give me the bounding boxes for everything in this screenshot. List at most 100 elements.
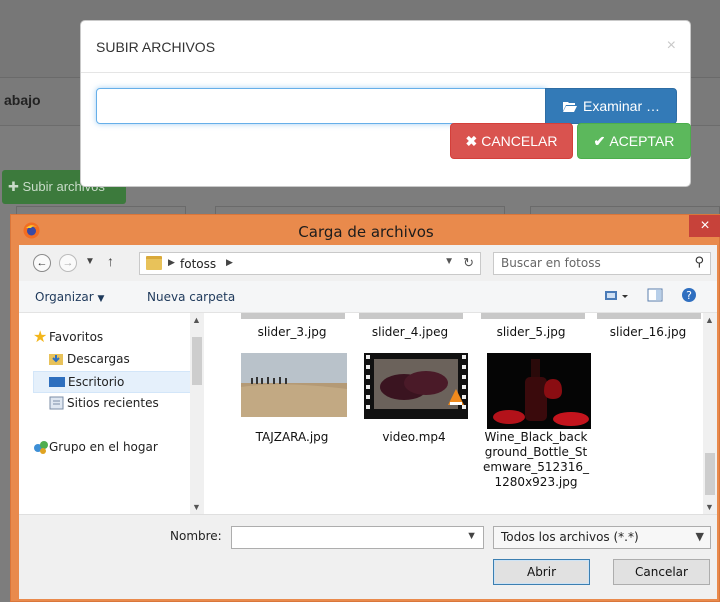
nav-scrollbar-thumb[interactable] xyxy=(192,337,202,385)
browse-button[interactable]: Examinar … xyxy=(545,88,677,124)
x-icon: ✖ xyxy=(465,132,478,149)
dialog-client: ← → ▼ ↑ ▶ fotoss ▶ ▼ ↻ Buscar en fotoss … xyxy=(19,245,717,599)
thumbnail xyxy=(359,313,463,319)
file-item-name[interactable]: slider_4.jpeg xyxy=(355,325,465,340)
scroll-down-icon[interactable]: ▼ xyxy=(192,502,201,512)
image-thumbnail[interactable] xyxy=(487,353,591,429)
browse-label: Examinar … xyxy=(582,98,661,114)
scroll-up-icon[interactable]: ▲ xyxy=(705,315,714,325)
dialog-bottom: Nombre: ▼ Todos los archivos (*.*) ▼ Abr… xyxy=(19,514,717,599)
file-item-name[interactable]: slider_5.jpg xyxy=(476,325,586,340)
nav-label: Sitios recientes xyxy=(67,396,159,410)
organize-menu[interactable]: Organizar ▼ xyxy=(35,290,104,304)
folder-open-icon xyxy=(562,101,577,112)
file-type-select[interactable]: Todos los archivos (*.*) ▼ xyxy=(493,526,711,549)
dialog-cancel-button[interactable]: Cancelar xyxy=(613,559,710,585)
file-item-name[interactable]: video.mp4 xyxy=(359,430,469,445)
file-item-name[interactable]: Wine_Black_back ground_Bottle_St emware_… xyxy=(481,430,591,490)
nav-item-homegroup[interactable]: Grupo en el hogar xyxy=(19,437,194,459)
help-circle-icon: ? xyxy=(682,288,696,302)
nav-item-recent[interactable]: Sitios recientes xyxy=(19,393,194,415)
file-path-input[interactable] xyxy=(96,88,546,124)
navigation-pane: ★ Favoritos Descargas Escritorio Sitios … xyxy=(19,313,204,514)
cancel-button[interactable]: ✖ CANCELAR xyxy=(450,123,573,159)
accept-button[interactable]: ✔ ACEPTAR xyxy=(577,123,691,159)
path-folder[interactable]: fotoss xyxy=(180,257,216,271)
accept-label: ACEPTAR xyxy=(609,133,675,149)
search-icon: ⚲ xyxy=(694,255,704,270)
back-arrow-icon[interactable]: ← xyxy=(33,254,51,272)
chevron-down-icon: ▼ xyxy=(695,530,704,543)
chevron-right-icon[interactable]: ▶ xyxy=(226,257,233,268)
file-list: slider_3.jpg slider_4.jpeg slider_5.jpg … xyxy=(209,313,717,514)
file-name-line: ground_Bottle_St xyxy=(484,445,588,459)
video-thumbnail[interactable] xyxy=(364,353,468,419)
nav-scrollbar[interactable]: ▲ ▼ xyxy=(190,313,204,514)
nav-item-desktop[interactable]: Escritorio xyxy=(33,371,193,393)
desktop-icon xyxy=(49,377,65,387)
dialog-toolbar: Organizar ▼ Nueva carpeta ? xyxy=(19,281,717,313)
file-input-group: Examinar … xyxy=(96,88,677,124)
close-icon[interactable]: × xyxy=(667,37,676,55)
chevron-down-icon: ▼ xyxy=(97,294,105,304)
filename-input[interactable]: ▼ xyxy=(231,526,484,549)
forward-arrow-icon[interactable]: → xyxy=(59,254,77,272)
file-item-name[interactable]: slider_3.jpg xyxy=(237,325,347,340)
thumbnail xyxy=(241,313,345,319)
open-button[interactable]: Abrir xyxy=(493,559,590,585)
star-icon: ★ xyxy=(33,327,48,346)
new-folder-button[interactable]: Nueva carpeta xyxy=(147,290,235,304)
dialog-titlebar[interactable]: Carga de archivos × xyxy=(11,215,720,245)
preview-pane-icon[interactable] xyxy=(647,287,663,307)
check-icon: ✔ xyxy=(593,132,606,149)
plus-icon: ✚ xyxy=(8,179,23,194)
downloads-icon xyxy=(49,354,63,365)
view-options-button[interactable] xyxy=(604,287,632,307)
thumbnail xyxy=(597,313,701,319)
nav-item-favorites[interactable]: ★ Favoritos xyxy=(19,327,194,349)
file-type-value: Todos los archivos (*.*) xyxy=(501,530,639,544)
upload-modal: SUBIR ARCHIVOS × Examinar … ✖ CANCELAR ✔… xyxy=(80,20,691,187)
folder-icon xyxy=(146,256,162,270)
recent-locations-icon[interactable]: ▼ xyxy=(85,256,95,267)
chevron-down-icon[interactable]: ▼ xyxy=(444,256,454,267)
window-close-button[interactable]: × xyxy=(689,215,720,237)
chevron-right-icon: ▶ xyxy=(168,257,175,267)
filename-label: Nombre: xyxy=(170,529,222,543)
scroll-up-icon[interactable]: ▲ xyxy=(192,315,201,325)
file-list-scrollbar-thumb[interactable] xyxy=(705,453,715,495)
help-icon[interactable]: ? xyxy=(681,287,697,307)
organize-label: Organizar xyxy=(35,290,94,304)
nav-item-downloads[interactable]: Descargas xyxy=(19,349,194,371)
background-label: abajo xyxy=(4,92,41,108)
up-arrow-icon[interactable]: ↑ xyxy=(107,253,114,269)
recent-icon xyxy=(49,396,64,410)
file-name-line: 1280x923.jpg xyxy=(494,475,578,489)
file-dialog-window: Carga de archivos × ← → ▼ ↑ ▶ fotoss ▶ ▼… xyxy=(10,214,720,602)
file-name-line: Wine_Black_back xyxy=(484,430,588,444)
nav-label: Favoritos xyxy=(49,330,104,344)
nav-label: Grupo en el hogar xyxy=(49,440,158,454)
homegroup-icon xyxy=(34,441,48,454)
cancel-label: CANCELAR xyxy=(481,133,558,149)
file-name-line: emware_512316_ xyxy=(482,460,590,474)
svg-text:?: ? xyxy=(686,289,692,302)
file-list-scrollbar[interactable]: ▲ ▼ xyxy=(703,313,717,514)
pane-icon xyxy=(647,288,663,302)
nav-label: Escritorio xyxy=(68,375,125,389)
view-icon xyxy=(605,291,628,300)
chevron-down-icon[interactable]: ▼ xyxy=(466,530,477,542)
modal-title: SUBIR ARCHIVOS xyxy=(96,39,216,55)
refresh-icon[interactable]: ↻ xyxy=(463,255,474,271)
address-bar: ← → ▼ ↑ ▶ fotoss ▶ ▼ ↻ Buscar en fotoss … xyxy=(19,245,717,281)
scroll-down-icon[interactable]: ▼ xyxy=(705,502,714,512)
search-input[interactable]: Buscar en fotoss ⚲ xyxy=(493,252,711,275)
file-item-name[interactable]: TAJZARA.jpg xyxy=(237,430,347,445)
modal-header: SUBIR ARCHIVOS × xyxy=(81,21,690,73)
image-thumbnail[interactable] xyxy=(241,353,347,417)
path-breadcrumb[interactable]: ▶ fotoss ▶ ▼ ↻ xyxy=(139,252,481,275)
thumbnail xyxy=(481,313,585,319)
file-item-name[interactable]: slider_16.jpg xyxy=(593,325,703,340)
dialog-title: Carga de archivos xyxy=(298,223,434,241)
search-placeholder: Buscar en fotoss xyxy=(501,256,601,270)
